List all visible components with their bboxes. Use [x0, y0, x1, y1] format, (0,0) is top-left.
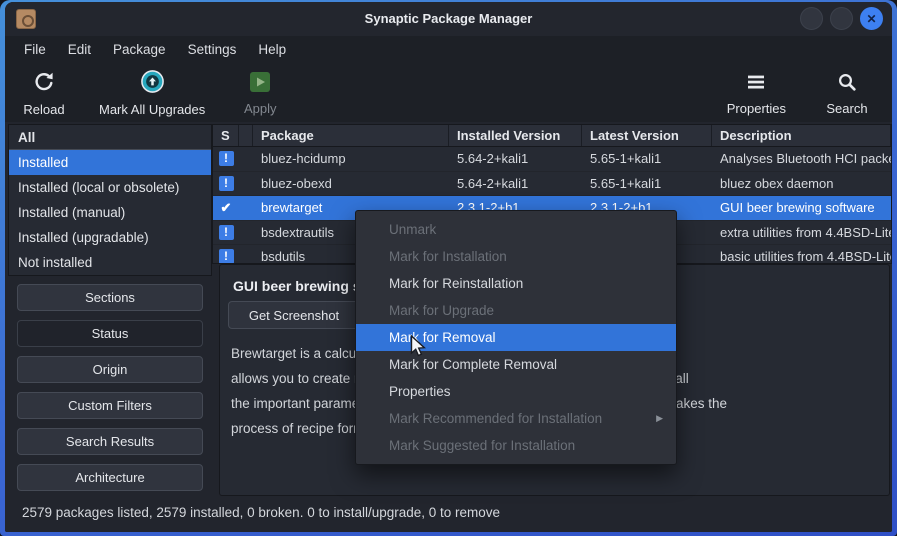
context-menu-item[interactable]: Mark for Removal [356, 324, 676, 351]
mark-all-upgrades-icon [140, 69, 165, 99]
context-menu-item[interactable]: Properties [356, 378, 676, 405]
status-cell [213, 245, 239, 264]
filter-list-item[interactable]: Installed (local or obsolete) [9, 175, 211, 200]
context-menu: UnmarkMark for InstallationMark for Rein… [355, 210, 677, 465]
properties-label: Properties [727, 101, 786, 116]
filter-list-item[interactable]: Installed [9, 150, 211, 175]
context-menu-item[interactable]: Mark Recommended for Installation [356, 405, 676, 432]
package-description: Analyses Bluetooth HCI packets [712, 147, 891, 171]
column-header[interactable]: Latest Version [582, 125, 712, 146]
filter-list-item[interactable]: Installed (upgradable) [9, 225, 211, 250]
context-menu-item[interactable]: Mark for Reinstallation [356, 270, 676, 297]
context-menu-item[interactable]: Mark Suggested for Installation [356, 432, 676, 459]
apply-button[interactable]: Apply [221, 64, 299, 122]
sidebar-view-button[interactable]: Architecture [17, 464, 203, 491]
package-description: bluez obex daemon [712, 172, 891, 196]
reload-button[interactable]: Reload [5, 64, 83, 122]
search-button[interactable]: Search [808, 64, 886, 122]
sidebar-view-buttons: Sections Status Origin Custom Filters Search… [17, 284, 203, 491]
properties-button[interactable]: Properties [711, 64, 802, 122]
status-icon [219, 151, 234, 166]
spacer-cell [239, 196, 253, 220]
menu-item[interactable]: Package [102, 36, 177, 64]
spacer-cell [239, 245, 253, 264]
search-icon [836, 71, 858, 98]
status-cell [213, 196, 239, 220]
close-button[interactable]: ✕ [860, 7, 883, 30]
column-header[interactable]: Package [253, 125, 449, 146]
spacer-cell [239, 221, 253, 245]
sidebar-view-button[interactable]: Sections [17, 284, 203, 311]
mark-all-upgrades-label: Mark All Upgrades [99, 102, 205, 117]
menu-item[interactable]: Edit [57, 36, 102, 64]
statusbar: 2579 packages listed, 2579 installed, 0 … [5, 496, 892, 532]
status-icon [221, 196, 232, 220]
status-icon [219, 249, 234, 264]
reload-label: Reload [23, 102, 64, 117]
table-row[interactable]: bluez-hcidump 5.64-2+kali1 5.65-1+kali1 … [213, 147, 891, 172]
table-header: S PackageInstalled VersionLatest VersionD… [213, 125, 891, 147]
spacer-cell [239, 147, 253, 171]
latest-version: 5.65-1+kali1 [582, 147, 712, 171]
mark-all-upgrades-button[interactable]: Mark All Upgrades [83, 64, 221, 122]
installed-version: 5.64-2+kali1 [449, 172, 582, 196]
status-cell [213, 221, 239, 245]
status-icon [219, 176, 234, 191]
package-description: basic utilities from 4.4BSD-Lite [712, 245, 891, 264]
sidebar-view-button[interactable]: Custom Filters [17, 392, 203, 419]
status-cell [213, 172, 239, 196]
package-name: bluez-hcidump [253, 147, 449, 171]
context-menu-item[interactable]: Mark for Complete Removal [356, 351, 676, 378]
menu-item[interactable]: Settings [177, 36, 248, 64]
minimize-button[interactable] [800, 7, 823, 30]
status-cell [213, 147, 239, 171]
reload-icon [32, 70, 56, 99]
filter-list-item[interactable]: Not installed [9, 250, 211, 275]
window-frame: Synaptic Package Manager ✕ FileEditPacka… [0, 0, 897, 536]
column-header[interactable]: Installed Version [449, 125, 582, 146]
sidebar-view-button[interactable]: Search Results [17, 428, 203, 455]
column-header[interactable]: Description [712, 125, 891, 146]
window-title: Synaptic Package Manager [5, 11, 892, 26]
filter-list-item[interactable]: Installed (manual) [9, 200, 211, 225]
toolbar: Reload Mark All Upgrades Apply [5, 64, 892, 122]
column-header[interactable] [239, 125, 253, 146]
sidebar-view-button[interactable]: Origin [17, 356, 203, 383]
status-icon [219, 225, 234, 240]
context-menu-item[interactable]: Mark for Installation [356, 243, 676, 270]
column-header[interactable]: S [213, 125, 239, 146]
menu-item[interactable]: Help [247, 36, 297, 64]
apply-label: Apply [244, 101, 277, 116]
apply-icon [249, 71, 271, 98]
status-text: 2579 packages listed, 2579 installed, 0 … [22, 505, 500, 520]
installed-version: 5.64-2+kali1 [449, 147, 582, 171]
maximize-button[interactable] [830, 7, 853, 30]
package-name: bluez-obexd [253, 172, 449, 196]
menubar: FileEditPackageSettingsHelp [5, 36, 892, 64]
get-screenshot-button[interactable]: Get Screenshot [228, 301, 360, 329]
filter-list-item[interactable]: All [9, 125, 211, 150]
package-description: GUI beer brewing software [712, 196, 891, 220]
spacer-cell [239, 172, 253, 196]
sidebar-view-button[interactable]: Status [17, 320, 203, 347]
context-menu-item[interactable]: Mark for Upgrade [356, 297, 676, 324]
synaptic-window: Synaptic Package Manager ✕ FileEditPacka… [5, 2, 892, 532]
package-description: extra utilities from 4.4BSD-Lite [712, 221, 891, 245]
search-label: Search [826, 101, 867, 116]
menu-item[interactable]: File [13, 36, 57, 64]
table-row[interactable]: bluez-obexd 5.64-2+kali1 5.65-1+kali1 bl… [213, 172, 891, 197]
filter-list: AllInstalledInstalled (local or obsolete… [8, 124, 212, 276]
latest-version: 5.65-1+kali1 [582, 172, 712, 196]
context-menu-item[interactable]: Unmark [356, 216, 676, 243]
properties-icon [745, 71, 767, 98]
titlebar[interactable]: Synaptic Package Manager ✕ [5, 2, 892, 36]
